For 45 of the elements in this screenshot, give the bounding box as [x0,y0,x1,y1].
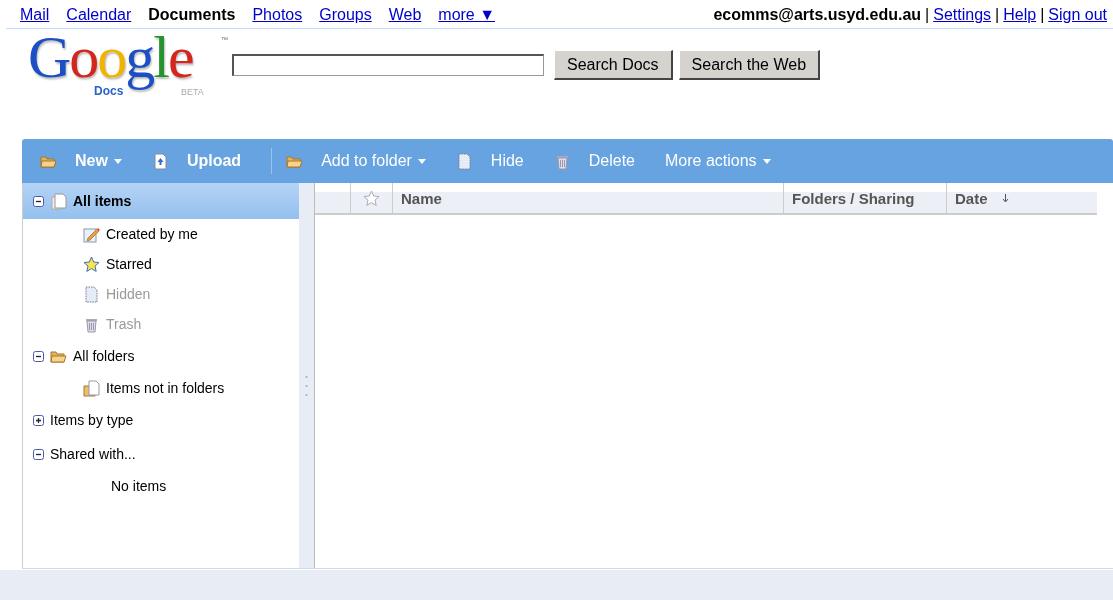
star-icon [83,255,100,273]
tree-item[interactable]: Starred [106,256,152,272]
tree-item[interactable]: Items by type [50,412,134,428]
pencil-icon [83,225,100,243]
nav-link[interactable]: Calendar [66,6,132,24]
separator: | [995,6,1000,24]
column-header[interactable]: Folders / Sharing [792,189,915,207]
tree-item[interactable]: Items not in folders [106,380,225,396]
current-section[interactable]: Documents [148,6,236,24]
search-button[interactable]: Search Docs [554,50,673,80]
separator: | [925,6,930,24]
folder-page-icon [83,379,100,397]
page-icon [83,285,100,303]
column-header[interactable]: Date [955,189,988,207]
separator: | [1040,6,1045,24]
sort-down-icon[interactable] [1001,193,1009,203]
caret-icon [113,158,122,164]
nav-link[interactable]: Web [388,6,422,24]
account-link[interactable]: Help [1003,6,1037,24]
account-link[interactable]: Settings [933,6,992,24]
expand-icon[interactable] [33,414,44,426]
nav-link[interactable]: Groups [319,6,372,24]
collapse-icon[interactable] [33,195,44,207]
nav-link[interactable]: Photos [252,6,303,24]
caret-icon [417,158,426,164]
tree-item[interactable]: Shared with... [50,446,136,462]
tree-item[interactable]: All folders [73,348,135,364]
caret-icon [762,158,771,164]
search-field[interactable] [232,54,544,76]
upload-icon [151,152,169,170]
column-header[interactable]: Name [401,189,442,207]
nav-link[interactable]: Mail [20,6,50,24]
tree-item-label: All items [73,193,132,209]
tree-item[interactable]: Created by me [106,226,198,242]
documents-icon [50,192,67,210]
collapse-icon[interactable] [33,448,44,460]
account-link[interactable]: Sign out [1048,6,1107,24]
search-button[interactable]: Search the Web [678,50,821,80]
page-icon [455,152,473,170]
selected-tree-item[interactable]: All items [23,183,299,219]
star-icon[interactable] [363,189,380,207]
account-email: ecomms@arts.usyd.edu.au [713,6,922,24]
empty-message: No items [111,478,167,494]
nav-link[interactable]: more ▼ [438,6,496,24]
collapse-icon[interactable] [33,350,44,362]
